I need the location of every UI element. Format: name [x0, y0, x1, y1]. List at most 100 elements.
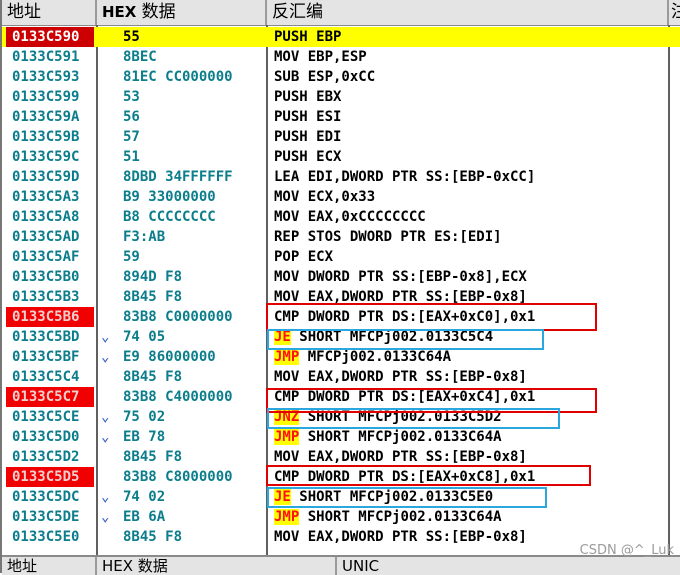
instruction-hex[interactable]: 74 02	[123, 487, 165, 507]
instruction-disassembly[interactable]: PUSH EDI	[274, 127, 341, 147]
instruction-hex[interactable]: 55	[123, 27, 140, 47]
instruction-address[interactable]: 0133C5B6	[12, 307, 79, 327]
instruction-address[interactable]: 0133C59A	[12, 107, 79, 127]
instruction-row[interactable]: 0133C591 8BEC MOV EBP,ESP	[2, 47, 680, 67]
instruction-row[interactable]: 0133C59C 51 PUSH ECX	[2, 147, 680, 167]
instruction-disassembly[interactable]: MOV ECX,0x33	[274, 187, 375, 207]
instruction-hex[interactable]: 75 02	[123, 407, 165, 427]
instruction-address[interactable]: 0133C5B0	[12, 267, 79, 287]
instruction-hex[interactable]: 8DBD 34FFFFFF	[123, 167, 233, 187]
instruction-address[interactable]: 0133C5DC	[12, 487, 79, 507]
instruction-row[interactable]: 0133C593 81EC CC000000 SUB ESP,0xCC	[2, 67, 680, 87]
instruction-row[interactable]: 0133C5AF 59 POP ECX	[2, 247, 680, 267]
instruction-address[interactable]: 0133C5AF	[12, 247, 79, 267]
instruction-row[interactable]: 0133C5A3 B9 33000000 MOV ECX,0x33	[2, 187, 680, 207]
instruction-address[interactable]: 0133C5D0	[12, 427, 79, 447]
column-header-comment[interactable]: 注	[669, 0, 680, 25]
instruction-disassembly[interactable]: MOV EAX,DWORD PTR SS:[EBP-0x8]	[274, 527, 527, 547]
instruction-hex[interactable]: 83B8 C4000000	[123, 387, 233, 407]
instruction-address[interactable]: 0133C593	[12, 67, 79, 87]
instruction-disassembly[interactable]: MOV DWORD PTR SS:[EBP-0x8],ECX	[274, 267, 527, 287]
instruction-row[interactable]: 0133C5C4 8B45 F8 MOV EAX,DWORD PTR SS:[EBP…	[2, 367, 680, 387]
instruction-hex[interactable]: 8B45 F8	[123, 367, 182, 387]
instruction-hex[interactable]: 83B8 C8000000	[123, 467, 233, 487]
instruction-disassembly[interactable]: JMP SHORT MFCPj002.0133C64A	[274, 427, 502, 447]
instruction-address[interactable]: 0133C590	[12, 27, 79, 47]
secondary-pane-header: 地址 HEX 数据 UNIC	[2, 555, 680, 575]
instruction-row[interactable]: 0133C5AD F3:AB REP STOS DWORD PTR ES:[EDI]	[2, 227, 680, 247]
instruction-disassembly[interactable]: POP ECX	[274, 247, 333, 267]
footer-column-unicode[interactable]: UNIC	[337, 557, 397, 575]
column-header-address[interactable]: 地址	[2, 0, 97, 25]
instruction-address[interactable]: 0133C5CE	[12, 407, 79, 427]
instruction-hex[interactable]: 81EC CC000000	[123, 67, 233, 87]
instruction-row[interactable]: 0133C5A8 B8 CCCCCCCC MOV EAX,0xCCCCCCCC	[2, 207, 680, 227]
instruction-disassembly[interactable]: MOV EBP,ESP	[274, 47, 367, 67]
instruction-address[interactable]: 0133C599	[12, 87, 79, 107]
instruction-row[interactable]: 0133C5BF ⌄ E9 86000000 JMP MFCPj002.0133C64…	[2, 347, 680, 367]
footer-column-hex[interactable]: HEX 数据	[97, 557, 337, 575]
column-header-disassembly[interactable]: 反汇编	[267, 0, 669, 25]
instruction-disassembly[interactable]: SUB ESP,0xCC	[274, 67, 375, 87]
instruction-hex[interactable]: F3:AB	[123, 227, 165, 247]
instruction-row[interactable]: 0133C5D2 8B45 F8 MOV EAX,DWORD PTR SS:[EBP…	[2, 447, 680, 467]
instruction-hex[interactable]: 894D F8	[123, 267, 182, 287]
instruction-hex[interactable]: 8BEC	[123, 47, 157, 67]
instruction-hex[interactable]: 53	[123, 87, 140, 107]
instruction-hex[interactable]: EB 78	[123, 427, 165, 447]
instruction-row[interactable]: 0133C59A 56 PUSH ESI	[2, 107, 680, 127]
instruction-hex[interactable]: 83B8 C0000000	[123, 307, 233, 327]
instruction-address[interactable]: 0133C591	[12, 47, 79, 67]
instruction-disassembly[interactable]: JMP MFCPj002.0133C64A	[274, 347, 451, 367]
instruction-address[interactable]: 0133C5A3	[12, 187, 79, 207]
instruction-disassembly[interactable]: PUSH ECX	[274, 147, 341, 167]
instruction-disassembly[interactable]: PUSH EBP	[274, 27, 341, 47]
footer-column-address[interactable]: 地址	[2, 557, 97, 575]
instruction-row[interactable]: 0133C599 53 PUSH EBX	[2, 87, 680, 107]
instruction-hex[interactable]: B8 CCCCCCCC	[123, 207, 216, 227]
instruction-row[interactable]: 0133C5B0 894D F8 MOV DWORD PTR SS:[EBP-0x8…	[2, 267, 680, 287]
instruction-hex[interactable]: 8B45 F8	[123, 447, 182, 467]
instruction-address[interactable]: 0133C59B	[12, 127, 79, 147]
instruction-hex[interactable]: EB 6A	[123, 507, 165, 527]
instruction-address[interactable]: 0133C5C4	[12, 367, 79, 387]
instruction-disassembly[interactable]: MOV EAX,0xCCCCCCCC	[274, 207, 426, 227]
instruction-address[interactable]: 0133C5AD	[12, 227, 79, 247]
instruction-disassembly[interactable]: REP STOS DWORD PTR ES:[EDI]	[274, 227, 502, 247]
instruction-row[interactable]: 0133C5DE ⌄ EB 6A JMP SHORT MFCPj002.0133C64…	[2, 507, 680, 527]
instruction-address[interactable]: 0133C5C7	[12, 387, 79, 407]
instruction-hex[interactable]: E9 86000000	[123, 347, 216, 367]
instruction-address[interactable]: 0133C5D2	[12, 447, 79, 467]
column-header-hex[interactable]: HEX 数据	[97, 0, 267, 25]
instruction-hex[interactable]: 51	[123, 147, 140, 167]
instruction-address[interactable]: 0133C5B3	[12, 287, 79, 307]
instruction-address[interactable]: 0133C59C	[12, 147, 79, 167]
instruction-disassembly[interactable]: JMP SHORT MFCPj002.0133C64A	[274, 507, 502, 527]
instruction-row[interactable]: 0133C59D 8DBD 34FFFFFF LEA EDI,DWORD PTR S…	[2, 167, 680, 187]
instruction-hex[interactable]: 59	[123, 247, 140, 267]
instruction-disassembly[interactable]: PUSH ESI	[274, 107, 341, 127]
instruction-row[interactable]: 0133C5E0 8B45 F8 MOV EAX,DWORD PTR SS:[EBP…	[2, 527, 680, 547]
instruction-address[interactable]: 0133C5A8	[12, 207, 79, 227]
instruction-hex[interactable]: B9 33000000	[123, 187, 216, 207]
instruction-row[interactable]: 0133C590 55 PUSH EBP	[2, 27, 680, 47]
instruction-disassembly[interactable]: LEA EDI,DWORD PTR SS:[EBP-0xCC]	[274, 167, 535, 187]
instruction-address[interactable]: 0133C5D5	[12, 467, 79, 487]
instruction-disassembly[interactable]: MOV EAX,DWORD PTR SS:[EBP-0x8]	[274, 447, 527, 467]
instruction-disassembly[interactable]: MOV EAX,DWORD PTR SS:[EBP-0x8]	[274, 367, 527, 387]
instruction-hex[interactable]: 8B45 F8	[123, 287, 182, 307]
instruction-address[interactable]: 0133C59D	[12, 167, 79, 187]
instruction-address[interactable]: 0133C5BD	[12, 327, 79, 347]
instruction-address[interactable]: 0133C5DE	[12, 507, 79, 527]
instruction-address[interactable]: 0133C5E0	[12, 527, 79, 547]
instruction-hex[interactable]: 8B45 F8	[123, 527, 182, 547]
instruction-hex[interactable]: 57	[123, 127, 140, 147]
instruction-disassembly[interactable]: PUSH EBX	[274, 87, 341, 107]
instruction-row[interactable]: 0133C5D0 ⌄ EB 78 JMP SHORT MFCPj002.0133C64…	[2, 427, 680, 447]
jump-arrow-icon: ⌄	[101, 509, 110, 525]
cmp-highlight-box-3	[266, 465, 591, 486]
instruction-hex[interactable]: 56	[123, 107, 140, 127]
instruction-hex[interactable]: 74 05	[123, 327, 165, 347]
instruction-row[interactable]: 0133C59B 57 PUSH EDI	[2, 127, 680, 147]
instruction-address[interactable]: 0133C5BF	[12, 347, 79, 367]
